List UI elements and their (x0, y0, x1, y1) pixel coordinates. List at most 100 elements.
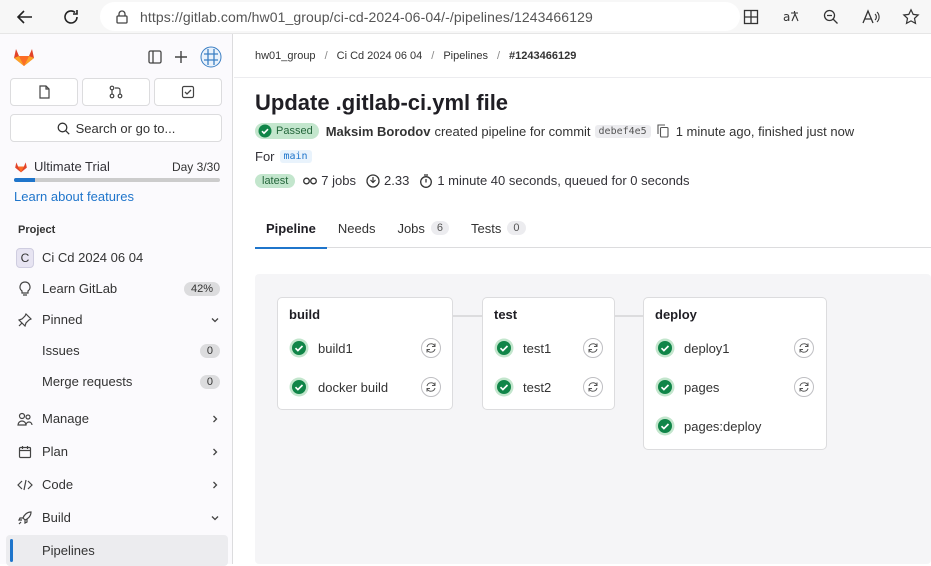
retry-icon[interactable] (794, 338, 814, 358)
back-icon[interactable] (8, 0, 42, 34)
pin-icon (16, 312, 34, 327)
gitlab-logo-icon[interactable] (12, 45, 36, 67)
chevron-right-icon (210, 480, 220, 490)
address-bar[interactable]: https://gitlab.com/hw01_group/ci-cd-2024… (100, 2, 740, 31)
sidebar-item-build[interactable]: Build (0, 502, 232, 533)
translate-icon[interactable]: a (771, 0, 811, 34)
search-button[interactable]: Search or go to... (10, 114, 222, 142)
tab-pipeline[interactable]: Pipeline (255, 208, 327, 249)
sidebar-item-code[interactable]: Code (0, 469, 232, 500)
sidebar-item-issues[interactable]: Issues 0 (0, 335, 232, 366)
commit-sha[interactable]: debef4e5 (594, 124, 651, 138)
tab-tests[interactable]: Tests 0 (460, 208, 536, 248)
job-name: pages:deploy (684, 418, 762, 434)
branch-link[interactable]: main (279, 150, 312, 163)
sidebar-item-plan[interactable]: Plan (0, 436, 232, 467)
sidebar-item-manage[interactable]: Manage (0, 403, 232, 434)
lightbulb-icon (16, 280, 34, 297)
job-pages[interactable]: pages (655, 375, 719, 399)
job-docker-build[interactable]: docker build (289, 375, 388, 399)
search-icon (57, 122, 70, 135)
breadcrumb-current[interactable]: #1243466129 (509, 50, 576, 62)
job-build1[interactable]: build1 (289, 336, 353, 360)
issues-shortcut-button[interactable] (10, 78, 78, 106)
job-name: deploy1 (684, 340, 730, 356)
sidebar-item-learn-gitlab[interactable]: Learn GitLab 42% (0, 273, 232, 304)
chevron-down-icon (210, 315, 220, 325)
stage-name: deploy (655, 307, 697, 322)
status-success-icon (258, 124, 272, 138)
breadcrumb-pipelines[interactable]: Pipelines (443, 50, 488, 62)
learn-about-features-link[interactable]: Learn about features (14, 189, 220, 204)
for-label: For (255, 149, 275, 164)
copy-icon[interactable] (657, 124, 669, 138)
compute-minutes: 2.33 (384, 173, 410, 188)
trial-widget[interactable]: Ultimate Trial Day 3/30 Learn about feat… (0, 159, 232, 204)
todo-shortcut-button[interactable] (154, 78, 222, 106)
job-success-icon (494, 338, 514, 358)
lock-icon[interactable] (116, 9, 128, 24)
sidebar-item-pinned[interactable]: Pinned (0, 304, 232, 335)
stage-connector (452, 315, 482, 317)
job-name: pages (684, 379, 720, 395)
job-pages-deploy[interactable]: pages:deploy (655, 414, 761, 438)
tab-jobs[interactable]: Jobs 6 (386, 208, 460, 248)
project-name: Ci Cd 2024 06 04 (42, 250, 144, 265)
plus-icon[interactable] (174, 50, 188, 64)
jobs-count: 7 jobs (321, 173, 356, 188)
code-icon (16, 479, 34, 491)
job-test2[interactable]: test2 (494, 375, 551, 399)
breadcrumb-project[interactable]: Ci Cd 2024 06 04 (337, 50, 423, 62)
read-aloud-icon[interactable] (851, 0, 891, 34)
trial-progress-bar (14, 178, 220, 182)
status-label: Passed (276, 125, 313, 137)
breadcrumb-group[interactable]: hw01_group (255, 50, 316, 62)
merge-requests-shortcut-button[interactable] (82, 78, 150, 106)
retry-icon[interactable] (794, 377, 814, 397)
retry-icon[interactable] (583, 377, 603, 397)
tab-needs[interactable]: Needs (327, 208, 387, 248)
job-success-icon (289, 338, 309, 358)
sidebar-item-pipelines[interactable]: Pipelines (6, 535, 228, 566)
retry-icon[interactable] (421, 377, 441, 397)
stage-connector (614, 315, 644, 317)
favorite-icon[interactable] (891, 0, 931, 34)
merge-requests-count: 0 (199, 374, 220, 389)
merge-requests-label: Merge requests (42, 374, 133, 389)
chevron-right-icon (210, 447, 220, 457)
tab-count: 0 (507, 221, 526, 235)
manage-label: Manage (42, 411, 89, 426)
pipeline-graph: build build1 docker build test test1 tes (255, 274, 931, 564)
pipeline-stats: latest 7 jobs 2.33 1 minute 40 seconds, … (234, 173, 931, 188)
project-avatar: C (16, 247, 34, 268)
tab-count: 6 (430, 221, 450, 235)
job-deploy1[interactable]: deploy1 (655, 336, 730, 360)
stage-name: test (494, 307, 518, 322)
issues-label: Issues (42, 343, 80, 358)
clock-icon (419, 173, 433, 188)
tab-label: Needs (337, 220, 376, 236)
sidebar-item-project[interactable]: C Ci Cd 2024 06 04 (0, 242, 232, 273)
refresh-icon[interactable] (54, 0, 88, 34)
created-text: created pipeline for commit (434, 123, 591, 139)
apps-icon[interactable] (731, 0, 771, 34)
duration-text: 1 minute 40 seconds, queued for 0 second… (437, 173, 690, 188)
sidebar-item-merge-requests[interactable]: Merge requests 0 (0, 366, 232, 397)
retry-icon[interactable] (421, 338, 441, 358)
job-success-icon (655, 377, 675, 397)
job-success-icon (289, 377, 309, 397)
browser-toolbar: https://gitlab.com/hw01_group/ci-cd-2024… (0, 0, 931, 34)
chevron-down-icon (210, 513, 220, 523)
avatar[interactable] (200, 46, 222, 68)
sidebar-toggle-icon[interactable] (148, 50, 162, 64)
author-link[interactable]: Maksim Borodov (326, 124, 431, 139)
planning-icon (16, 445, 34, 459)
zoom-icon[interactable] (811, 0, 851, 34)
trial-progress-fill (14, 178, 35, 182)
status-badge[interactable]: Passed (255, 123, 319, 139)
build-label: Build (42, 510, 71, 525)
job-test1[interactable]: test1 (494, 336, 551, 360)
retry-icon[interactable] (583, 338, 603, 358)
tab-label: Tests (471, 220, 502, 236)
stage-deploy: deploy deploy1 pages pages:deploy (643, 297, 827, 450)
